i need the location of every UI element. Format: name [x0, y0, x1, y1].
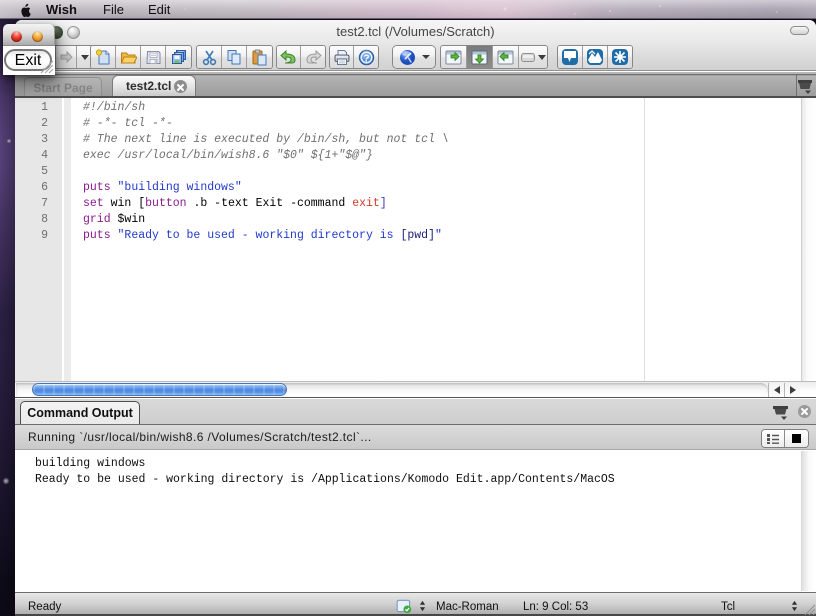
svg-text:?: ? — [363, 52, 369, 64]
